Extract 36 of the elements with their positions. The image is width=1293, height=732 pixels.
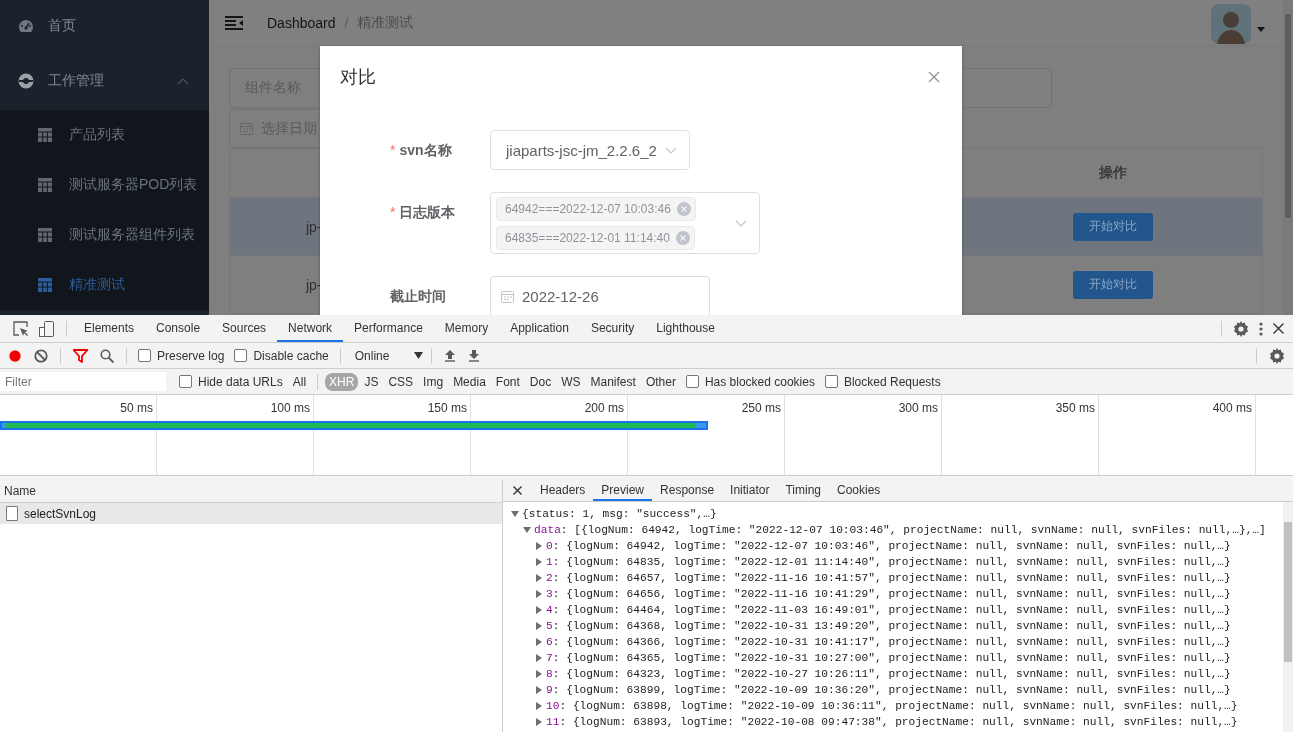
required-mark: * xyxy=(390,204,396,220)
json-text: 0: {logNum: 64942, logTime: "2022-12-07 10:03:46", projectName: null, svnName: null, svnFiles: null,…} xyxy=(546,540,1231,552)
field-label: 截止时间 xyxy=(390,288,446,304)
tick-label: 300 ms xyxy=(898,401,938,415)
json-text: 9: {logNum: 63899, logTime: "2022-10-09 10:36:20", projectName: null, svnName: null, svnFiles: null,…} xyxy=(546,684,1231,696)
json-text: 2: {logNum: 64657, logTime: "2022-11-16 10:41:57", projectName: null, svnName: null, svnFiles: null,…} xyxy=(546,572,1231,584)
json-text: 4: {logNum: 64464, logTime: "2022-11-03 16:49:01", projectName: null, svnName: null, svnFiles: null,…} xyxy=(546,604,1231,616)
json-text: 5: {logNum: 64368, logTime: "2022-10-31 13:49:20", projectName: null, svnName: null, svnFiles: null,…} xyxy=(546,620,1231,632)
tick-label: 350 ms xyxy=(1055,401,1095,415)
tick-label: 400 ms xyxy=(1212,401,1252,415)
json-text: 11: {logNum: 63893, logTime: "2022-10-08 09:47:38", projectName: null, svnName: null, svnFiles: null,…} xyxy=(546,716,1238,728)
tick-label: 150 ms xyxy=(427,401,467,415)
request-name: selectSvnLog xyxy=(24,506,97,521)
json-text: 8: {logNum: 64323, logTime: "2022-10-27 10:26:11", projectName: null, svnName: null, svnFiles: null,…} xyxy=(546,668,1231,680)
json-text: {status: 1, msg: "success",…} xyxy=(522,508,717,520)
tag: 64835===2022-12-01 11:14:40 xyxy=(496,225,695,250)
tick-label: 200 ms xyxy=(584,401,624,415)
field-label: svn名称 xyxy=(399,142,452,158)
field-label: 日志版本 xyxy=(399,204,456,220)
json-text: 1: {logNum: 64835, logTime: "2022-12-01 11:14:40", projectName: null, svnName: null, svnFiles: null,…} xyxy=(546,556,1231,568)
required-mark: * xyxy=(390,142,396,158)
table-cell: jp- xyxy=(306,276,322,293)
json-text: 6: {logNum: 64366, logTime: "2022-10-31 10:41:17", projectName: null, svnName: null, svnFiles: null,…} xyxy=(546,636,1231,648)
tick-label: 250 ms xyxy=(741,401,781,415)
column-header: Name xyxy=(0,480,502,503)
column-header: 操作 xyxy=(1097,164,1128,182)
tick-label: 100 ms xyxy=(270,401,310,415)
json-text: 10: {logNum: 63898, logTime: "2022-10-09 10:36:11", projectName: null, svnName: null, svnFiles: null,…} xyxy=(546,700,1238,712)
json-text: data: [{logNum: 64942, logTime: "2022-12-07 10:03:46", projectName: null, svnName: null, svnFiles: null,…},…] xyxy=(534,524,1266,536)
breadcrumb-separator: / xyxy=(344,14,349,31)
json-text: 7: {logNum: 64365, logTime: "2022-10-31 10:27:00", projectName: null, svnName: null, svnFiles: null,…} xyxy=(546,652,1231,664)
tick-label: 50 ms xyxy=(120,401,153,415)
tag: 64942===2022-12-07 10:03:46 xyxy=(496,196,696,221)
table-cell: jp- xyxy=(306,218,322,235)
dialog-title: 对比 xyxy=(340,66,377,89)
json-text: 3: {logNum: 64656, logTime: "2022-11-16 10:41:29", projectName: null, svnName: null, svnFiles: null,…} xyxy=(546,588,1231,600)
